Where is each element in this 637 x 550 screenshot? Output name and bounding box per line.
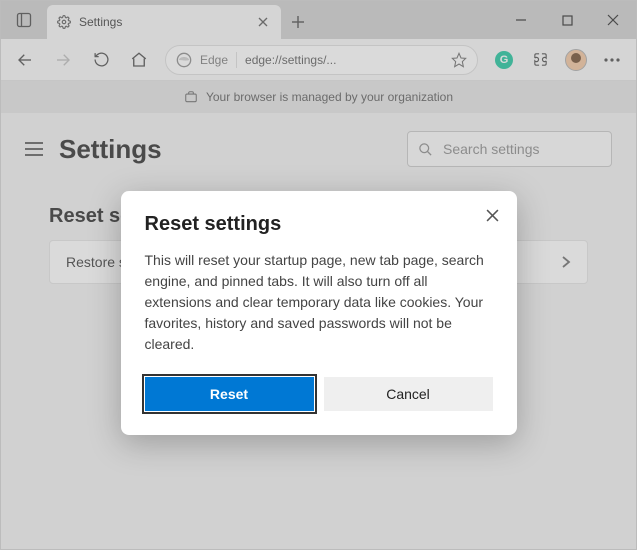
cancel-button[interactable]: Cancel	[324, 377, 493, 411]
dialog-body: This will reset your startup page, new t…	[145, 250, 493, 355]
dialog-close-button[interactable]	[483, 205, 503, 225]
reset-button[interactable]: Reset	[145, 377, 314, 411]
dialog-title: Reset settings	[145, 213, 493, 236]
reset-settings-dialog: Reset settings This will reset your star…	[121, 191, 517, 435]
